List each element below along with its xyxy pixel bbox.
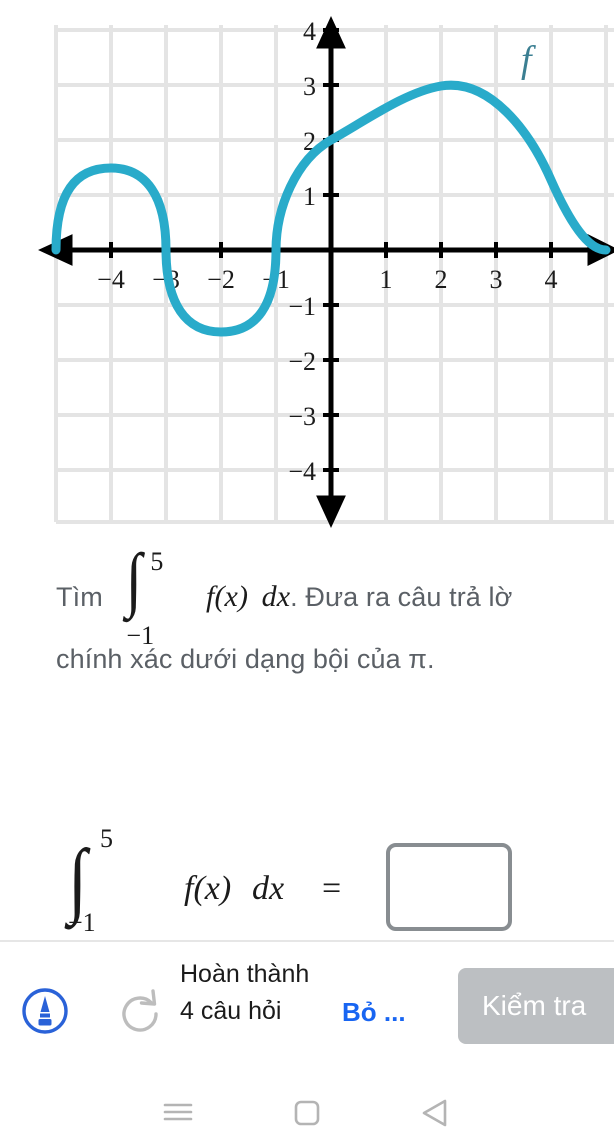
function-graph: −4 −3 −2 −1 1 2 3 4 4 3 2 1 −1 −2 −3 −4 … xyxy=(38,15,614,529)
question-suffix: . Đưa ra câu trả lờ xyxy=(290,582,513,612)
y-tick-label: −1 xyxy=(288,292,316,321)
back-button[interactable] xyxy=(400,1094,470,1130)
x-tick-label: −4 xyxy=(97,265,125,294)
graph-panel: −4 −3 −2 −1 1 2 3 4 4 3 2 1 −1 −2 −3 −4 … xyxy=(0,0,614,540)
integrand: f(x) xyxy=(206,580,249,613)
x-tick-label: 1 xyxy=(380,265,393,294)
answer-integral: ∫ 5 −1 xyxy=(68,824,113,937)
answer-integral-upper: 5 xyxy=(100,824,113,853)
y-axis-down-arrow xyxy=(316,495,346,529)
recents-button[interactable] xyxy=(143,1094,213,1130)
y-tick-label: 3 xyxy=(303,72,316,101)
skip-button[interactable]: Bỏ ... xyxy=(342,997,406,1028)
x-tick-label: −2 xyxy=(207,265,235,294)
answer-input[interactable] xyxy=(386,843,512,931)
y-axis-up-arrow xyxy=(316,15,346,49)
home-button[interactable] xyxy=(272,1094,342,1130)
x-tick-label: 2 xyxy=(435,265,448,294)
back-triangle-icon xyxy=(422,1099,447,1127)
y-tick-label: −2 xyxy=(288,347,316,376)
android-navigation-bar xyxy=(0,1090,614,1134)
exercise-toolbar: Hoàn thành 4 câu hỏi Bỏ ... Kiểm tra xyxy=(0,942,614,1090)
y-tick-label: 1 xyxy=(303,182,316,211)
redo-circular-arrow-icon xyxy=(122,989,158,1032)
equals-sign: = xyxy=(322,870,342,907)
y-tick-label: −3 xyxy=(288,402,316,431)
question-line-1: Tìm ∫ 5 −1 f(x) dx. Đưa ra câu trả lờ xyxy=(56,543,614,650)
question-text: Tìm ∫ 5 −1 f(x) dx. Đưa ra câu trả lờ ch… xyxy=(0,543,614,684)
inline-integral: ∫ 5 −1 xyxy=(110,543,198,650)
axes xyxy=(38,15,614,529)
pen-tool-button[interactable] xyxy=(20,986,70,1036)
x-tick-label: 3 xyxy=(490,265,503,294)
question-prefix: Tìm xyxy=(56,582,103,612)
home-square-icon xyxy=(294,1100,320,1126)
answer-differential: dx xyxy=(252,870,285,907)
hamburger-recents-icon xyxy=(163,1103,193,1121)
grid-lines xyxy=(54,25,614,524)
integral-upper-limit: 5 xyxy=(150,546,164,576)
redo-button[interactable] xyxy=(112,986,168,1042)
check-answer-button[interactable]: Kiểm tra xyxy=(458,968,614,1044)
integral-lower-limit: −1 xyxy=(126,620,155,650)
y-tick-label: −4 xyxy=(288,457,316,486)
x-tick-label: 4 xyxy=(545,265,558,294)
pen-tip-in-circle-icon xyxy=(22,988,68,1034)
answer-integral-lower: −1 xyxy=(68,908,96,937)
curve-label-f: f xyxy=(521,39,536,81)
progress-label: Hoàn thành 4 câu hỏi xyxy=(180,960,310,1025)
y-tick-label: 4 xyxy=(303,17,316,46)
answer-integrand: f(x) xyxy=(184,870,232,907)
differential: dx xyxy=(261,580,291,613)
answer-row: ∫ 5 −1 f(x) dx = xyxy=(56,824,614,948)
